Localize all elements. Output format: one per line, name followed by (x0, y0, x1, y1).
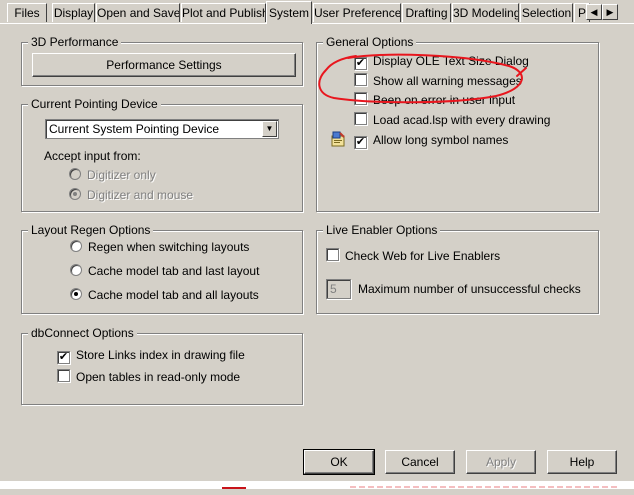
chevron-down-icon[interactable]: ▼ (262, 121, 277, 137)
red-annotation-scribble (318, 53, 527, 104)
group-pointing-device-title: Current Pointing Device (28, 97, 161, 111)
tab-scroll-left-icon[interactable]: ◀ (586, 4, 602, 20)
group-layout-regen-title: Layout Regen Options (28, 223, 154, 237)
tab-drafting[interactable]: Drafting (402, 3, 451, 22)
tab-plot-and-publish[interactable]: Plot and Publish (181, 3, 266, 22)
radio-regen-switching[interactable]: Regen when switching layouts (70, 239, 249, 255)
max-checks-label: Maximum number of unsuccessful checks (358, 282, 581, 296)
group-live-enabler: Live Enabler Options Check Web for Live … (316, 223, 599, 314)
checkbox-open-readonly-label: Open tables in read-only mode (76, 370, 241, 384)
radio-regen-switching-dot[interactable] (70, 240, 82, 252)
performance-settings-button[interactable]: Performance Settings (32, 53, 296, 77)
radio-cache-all-layouts-dot[interactable] (70, 288, 82, 300)
tab-strip: Files Display Open and Save Plot and Pub… (0, 0, 634, 24)
help-button[interactable]: Help (547, 450, 617, 474)
checkbox-check-web[interactable]: Check Web for Live Enablers (326, 248, 500, 264)
tab-display[interactable]: Display (52, 3, 95, 22)
checkbox-long-symbol-names-box[interactable]: ✔ (354, 136, 367, 149)
radio-regen-switching-label: Regen when switching layouts (88, 240, 250, 254)
checkbox-load-acad-lsp[interactable]: Load acad.lsp with every drawing (354, 112, 550, 128)
tab-user-preferences[interactable]: User Preferences (313, 3, 401, 22)
ok-button[interactable]: OK (303, 449, 375, 475)
checkbox-load-acad-lsp-label: Load acad.lsp with every drawing (373, 113, 551, 127)
group-pointing-device: Current Pointing Device Current System P… (21, 97, 303, 212)
radio-cache-last-layout-dot[interactable] (70, 264, 82, 276)
checkbox-check-web-label: Check Web for Live Enablers (345, 249, 501, 263)
radio-digitizer-only[interactable]: Digitizer only (69, 167, 156, 183)
group-dbconnect-title: dbConnect Options (28, 326, 137, 340)
tab-system[interactable]: System (266, 1, 312, 24)
radio-cache-last-layout-label: Cache model tab and last layout (88, 264, 260, 278)
tab-open-and-save[interactable]: Open and Save (96, 3, 180, 22)
group-dbconnect: dbConnect Options ✔ Store Links index in … (21, 326, 303, 405)
radio-digitizer-and-mouse[interactable]: Digitizer and mouse (69, 187, 193, 203)
checkbox-open-readonly-box[interactable] (57, 369, 70, 382)
drawing-file-icon (330, 131, 346, 147)
background-window-strip (0, 481, 634, 489)
pointing-device-select[interactable]: Current System Pointing Device ▼ (45, 119, 279, 139)
background-red-lines (222, 486, 620, 489)
group-3d-performance-title: 3D Performance (28, 35, 122, 49)
tab-divider (0, 23, 634, 24)
cancel-button[interactable]: Cancel (385, 450, 455, 474)
tab-3d-modeling[interactable]: 3D Modeling (452, 3, 519, 22)
tab-scroll-right-icon[interactable]: ▶ (602, 4, 618, 20)
tab-selection[interactable]: Selection (520, 3, 573, 22)
checkbox-store-links-box[interactable]: ✔ (57, 351, 70, 364)
radio-cache-all-layouts[interactable]: Cache model tab and all layouts (70, 287, 259, 303)
group-live-enabler-title: Live Enabler Options (323, 223, 441, 237)
apply-button[interactable]: Apply (466, 450, 536, 474)
radio-digitizer-and-mouse-label: Digitizer and mouse (87, 188, 194, 202)
checkbox-load-acad-lsp-box[interactable] (354, 112, 367, 125)
checkbox-check-web-box[interactable] (326, 248, 339, 261)
radio-digitizer-only-label: Digitizer only (87, 168, 156, 182)
max-checks-input[interactable]: 5 (326, 279, 351, 299)
tab-files[interactable]: Files (7, 3, 47, 22)
checkbox-long-symbol-names[interactable]: ✔ Allow long symbol names (354, 132, 509, 149)
radio-digitizer-and-mouse-dot[interactable] (69, 188, 81, 200)
checkbox-store-links-label: Store Links index in drawing file (76, 348, 245, 362)
radio-cache-last-layout[interactable]: Cache model tab and last layout (70, 263, 259, 279)
group-3d-performance: 3D Performance Performance Settings (21, 35, 303, 86)
accept-input-label: Accept input from: (44, 149, 141, 163)
radio-digitizer-only-dot[interactable] (69, 168, 81, 180)
group-layout-regen: Layout Regen Options Regen when switchin… (21, 223, 303, 314)
checkbox-open-readonly[interactable]: Open tables in read-only mode (57, 369, 240, 385)
radio-cache-all-layouts-label: Cache model tab and all layouts (88, 288, 259, 302)
checkbox-long-symbol-names-label: Allow long symbol names (373, 133, 509, 147)
pointing-device-value: Current System Pointing Device (49, 122, 220, 136)
checkbox-store-links[interactable]: ✔ Store Links index in drawing file (57, 347, 245, 364)
